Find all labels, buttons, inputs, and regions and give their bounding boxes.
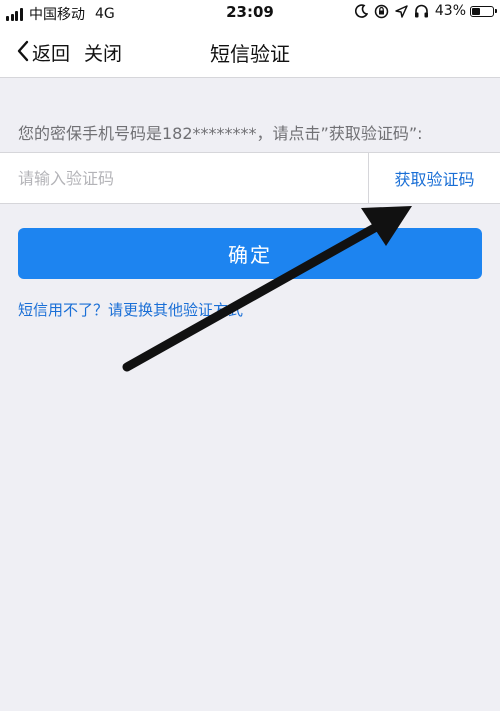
annotation-arrow-icon bbox=[122, 206, 412, 372]
moon-icon bbox=[354, 4, 368, 18]
phone-hint-text: 您的密保手机号码是182********，请点击”获取验证码”: bbox=[18, 124, 423, 143]
battery-percent: 43% bbox=[434, 3, 466, 19]
code-input-row: 获取验证码 bbox=[0, 152, 500, 204]
battery-fill bbox=[472, 7, 480, 15]
get-code-button[interactable]: 获取验证码 bbox=[368, 153, 500, 203]
headphones-icon bbox=[414, 4, 429, 18]
orientation-lock-icon bbox=[374, 4, 389, 19]
status-bar: 中国移动 4G 23:09 43% bbox=[0, 0, 500, 26]
confirm-button[interactable]: 确定 bbox=[18, 228, 482, 279]
location-arrow-icon bbox=[395, 4, 408, 18]
status-right: 43% bbox=[349, 3, 497, 19]
nav-bar: 返回 关闭 短信验证 bbox=[0, 26, 500, 78]
verification-code-input[interactable] bbox=[0, 153, 368, 203]
page-title: 短信验证 bbox=[210, 42, 290, 66]
alternate-verification-link[interactable]: 短信用不了？请更换其他验证方式 bbox=[18, 299, 243, 320]
battery-icon bbox=[470, 5, 497, 17]
